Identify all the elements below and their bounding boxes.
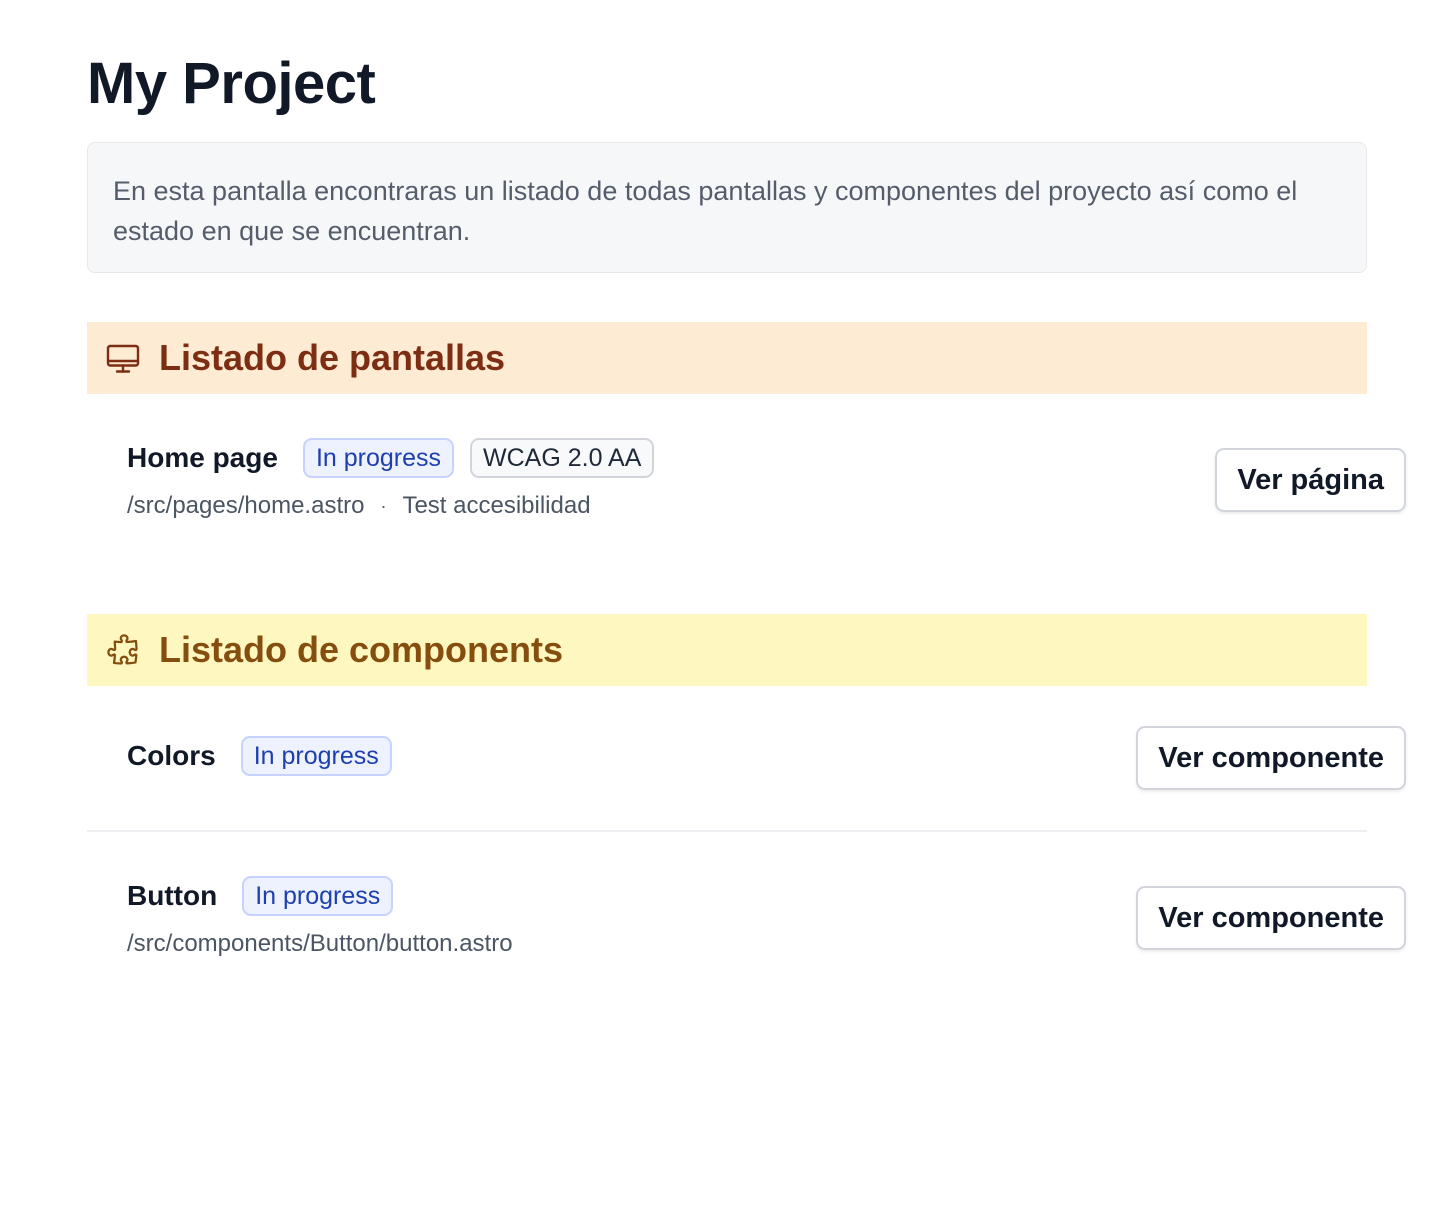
screens-section-header: Listado de pantallas	[87, 322, 1367, 394]
page-title: My Project	[87, 51, 376, 116]
status-badge: In progress	[302, 438, 454, 478]
item-name: Colors	[127, 740, 216, 771]
status-badge: In progress	[242, 876, 394, 916]
components-section-title: Listado de components	[159, 629, 564, 670]
screens-section-title: Listado de pantallas	[159, 337, 506, 378]
components-section-header: Listado de components	[87, 614, 1367, 686]
item-path: /src/pages/home.astro	[127, 492, 365, 519]
divider	[87, 830, 1367, 832]
item-path: /src/components/Button/button.astro	[127, 930, 513, 957]
item-name: Home page	[127, 442, 278, 473]
puzzle-icon	[105, 632, 141, 668]
view-component-colors-button[interactable]: Ver componente	[1136, 726, 1406, 790]
screen-item-home-page: Home page In progress WCAG 2.0 AA /src/p…	[87, 438, 1367, 520]
status-badge: In progress	[240, 736, 392, 776]
view-component-button-button[interactable]: Ver componente	[1136, 886, 1406, 950]
meta-separator: ·	[380, 495, 387, 516]
intro-description: En esta pantalla encontraras un listado …	[87, 142, 1367, 273]
wcag-badge: WCAG 2.0 AA	[470, 438, 655, 478]
project-page: My Project En esta pantalla encontraras …	[0, 0, 1446, 1228]
monitor-icon	[105, 340, 141, 376]
item-name: Button	[127, 880, 218, 911]
accessibility-test-link[interactable]: Test accesibilidad	[402, 492, 590, 520]
view-page-button[interactable]: Ver página	[1215, 448, 1406, 512]
